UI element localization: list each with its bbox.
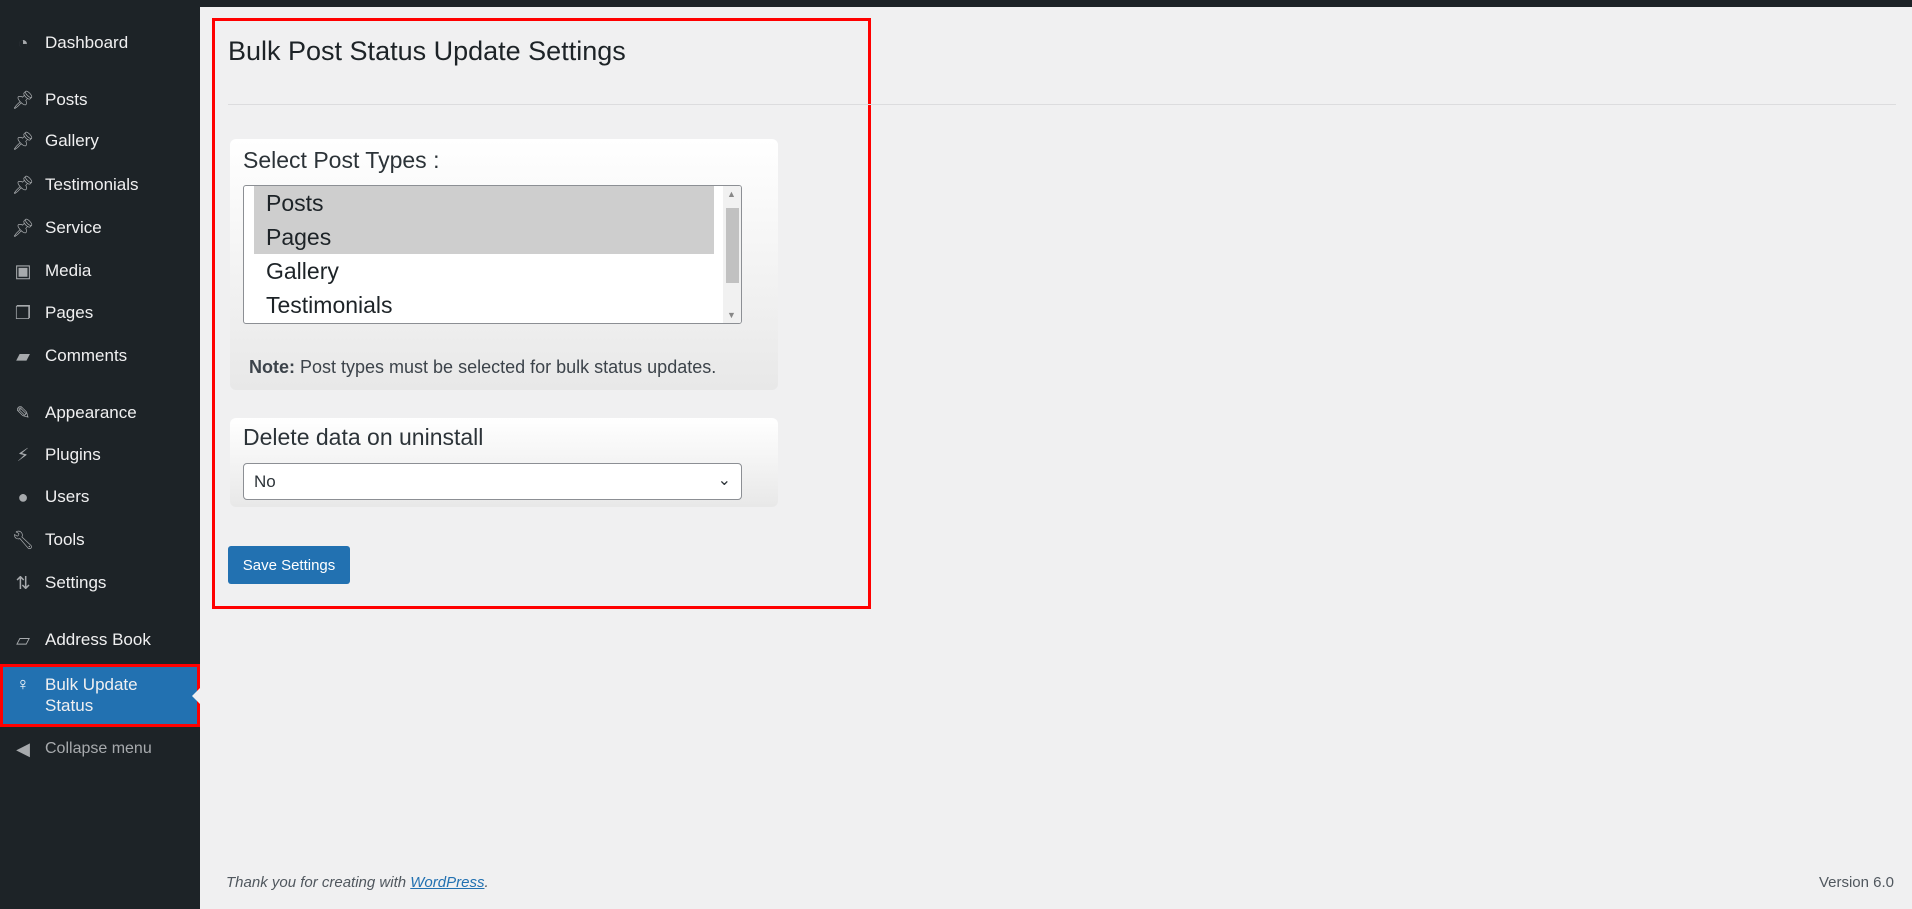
option-testimonials[interactable]: Testimonials	[254, 288, 714, 322]
settings-icon: ⇅	[15, 572, 31, 593]
collapse-icon: ◀	[16, 738, 30, 759]
page-title: Bulk Post Status Update Settings	[228, 36, 626, 66]
pin-icon: 📌︎	[11, 130, 35, 151]
footer-thanks: Thank you for creating with WordPress.	[226, 874, 489, 891]
admin-bar	[0, 0, 1912, 7]
dashboard-icon: ◔	[17, 32, 29, 53]
sidebar-item-bulk-update-status[interactable]: ♀ Bulk Update Status	[0, 664, 200, 727]
sidebar-item-posts[interactable]: 📌︎ Posts	[0, 80, 200, 120]
post-types-card: Select Post Types : Posts Pages Gallery …	[230, 139, 778, 390]
sidebar-item-tools[interactable]: 🔧︎ Tools	[0, 520, 200, 560]
option-gallery[interactable]: Gallery	[254, 254, 714, 288]
comment-icon: ▰	[16, 345, 30, 366]
collapse-menu-button[interactable]: ◀ Collapse menu	[0, 729, 200, 769]
sidebar-item-plugins[interactable]: ⚡︎ Plugins	[0, 435, 200, 475]
sidebar-item-service[interactable]: 📌︎ Service	[0, 208, 200, 248]
delete-data-select[interactable]: No ⌄	[243, 463, 742, 500]
pin-icon: 📌︎	[11, 89, 35, 110]
plugin-icon: ⚡︎	[16, 444, 30, 465]
sidebar-item-media[interactable]: ▣ Media	[0, 251, 200, 291]
scroll-up-icon[interactable]: ▲	[727, 189, 736, 199]
sidebar-item-address-book[interactable]: ▱ Address Book	[0, 620, 200, 660]
wordpress-link[interactable]: WordPress	[410, 874, 484, 891]
map-icon: ▱	[16, 629, 30, 650]
sidebar-item-testimonials[interactable]: 📌︎ Testimonials	[0, 165, 200, 205]
footer-version: Version 6.0	[1818, 874, 1894, 891]
divider	[228, 104, 1896, 105]
delete-data-label: Delete data on uninstall	[243, 424, 484, 450]
sidebar-item-pages[interactable]: ❐ Pages	[0, 293, 200, 333]
listbox-scrollbar[interactable]: ▲ ▼	[723, 186, 741, 323]
scrollbar-thumb[interactable]	[726, 208, 739, 283]
scroll-down-icon[interactable]: ▼	[727, 310, 736, 320]
sidebar-item-comments[interactable]: ▰ Comments	[0, 336, 200, 376]
paintbrush-icon: ✎	[15, 402, 31, 423]
chevron-down-icon: ⌄	[717, 472, 731, 489]
pages-icon: ❐	[14, 302, 32, 323]
sidebar-item-appearance[interactable]: ✎ Appearance	[0, 393, 200, 433]
save-settings-button[interactable]: Save Settings	[228, 546, 350, 584]
option-posts[interactable]: Posts	[254, 186, 714, 220]
sidebar-item-gallery[interactable]: 📌︎ Gallery	[0, 121, 200, 161]
sidebar-item-settings[interactable]: ⇅ Settings	[0, 563, 200, 603]
delete-data-card: Delete data on uninstall No ⌄	[230, 418, 778, 507]
option-pages[interactable]: Pages	[254, 220, 714, 254]
admin-sidebar: ◔ Dashboard 📌︎ Posts 📌︎ Gallery 📌︎ Testimoni…	[0, 0, 200, 909]
sidebar-item-dashboard[interactable]: ◔ Dashboard	[0, 23, 200, 63]
key-icon: ♀	[16, 674, 30, 694]
post-types-listbox[interactable]: Posts Pages Gallery Testimonials ▲ ▼	[243, 185, 742, 324]
post-types-label: Select Post Types :	[243, 147, 440, 173]
sidebar-item-users[interactable]: ● Users	[0, 477, 200, 517]
user-icon: ●	[17, 486, 29, 507]
post-types-note: Note: Post types must be selected for bu…	[249, 357, 717, 377]
wrench-icon: 🔧︎	[11, 529, 35, 550]
pin-icon: 📌︎	[11, 217, 35, 238]
media-icon: ▣	[14, 260, 32, 281]
pin-icon: 📌︎	[11, 174, 35, 195]
